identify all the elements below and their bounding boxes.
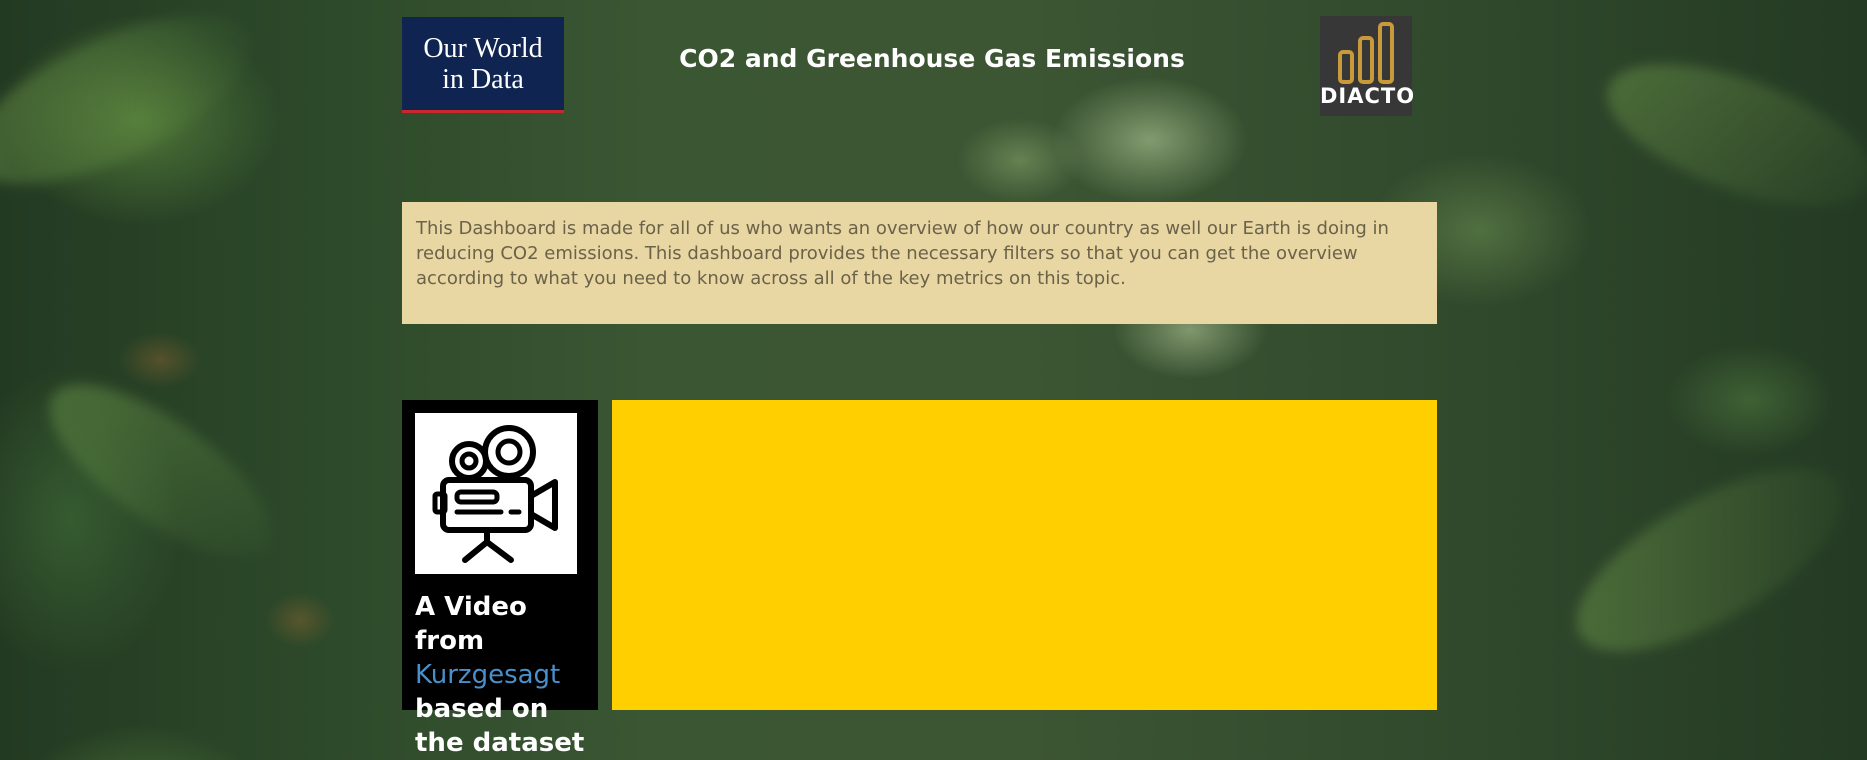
diacto-logo-text: DIACTO xyxy=(1320,84,1416,108)
video-caption: A Video from Kurzgesagt based on the dat… xyxy=(415,590,585,760)
video-embed-panel[interactable] xyxy=(612,400,1437,710)
background-foliage xyxy=(1589,35,1867,235)
kurzgesagt-link[interactable]: Kurzgesagt xyxy=(415,660,560,690)
video-caption-intro: A Video from xyxy=(415,592,527,656)
video-camera-icon xyxy=(432,424,558,563)
owid-logo-line-1: Our World xyxy=(423,32,543,64)
owid-logo-line-2: in Data xyxy=(442,63,524,95)
diacto-logo[interactable]: DIACTO xyxy=(1320,16,1416,116)
bar-chart-icon xyxy=(1338,22,1394,84)
background-foliage xyxy=(1550,433,1867,687)
background-foliage xyxy=(24,354,296,586)
video-caption-outro: based on the dataset xyxy=(415,694,585,758)
video-thumbnail xyxy=(415,413,577,574)
page-title: CO2 and Greenhouse Gas Emissions xyxy=(679,44,1185,73)
background-foliage xyxy=(0,0,272,218)
video-card: A Video from Kurzgesagt based on the dat… xyxy=(402,400,598,758)
our-world-in-data-logo[interactable]: Our World in Data xyxy=(402,17,564,113)
intro-description: This Dashboard is made for all of us who… xyxy=(402,202,1437,324)
